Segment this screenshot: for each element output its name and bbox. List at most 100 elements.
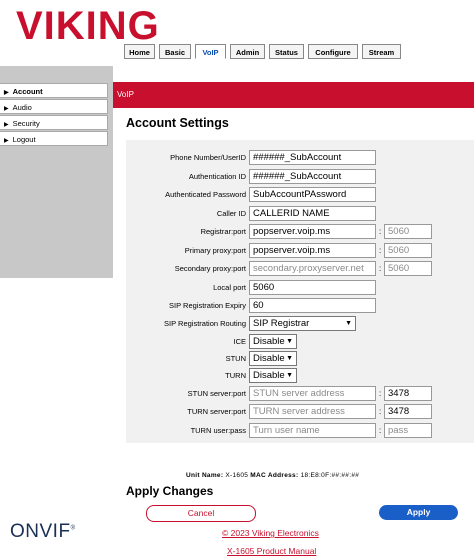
port-separator: : xyxy=(379,227,382,236)
sip-routing-select[interactable]: SIP Registrar ▼ xyxy=(249,316,356,331)
form-row-secondary-proxy: Secondary proxy:port secondary.proxyserv… xyxy=(126,260,474,278)
mac-address-value: 18:E8:0F:##:##:## xyxy=(300,472,360,479)
primary-proxy-port-input[interactable]: 5060 xyxy=(384,243,432,258)
sidebar-item-label: Security xyxy=(12,119,40,128)
sidebar-item-account[interactable]: ▶ Account xyxy=(0,83,108,98)
onvif-text: ONVIF xyxy=(10,521,71,542)
registered-mark: ® xyxy=(70,525,76,532)
triangle-right-icon: ▶ xyxy=(4,106,9,112)
stun-port-input[interactable]: 3478 xyxy=(384,386,432,401)
form-row-auth-id: Authentication ID ######_SubAccount xyxy=(126,168,474,186)
form-row-auth-password: Authenticated Password SubAccountPAsswor… xyxy=(126,186,474,204)
sidebar-item-label: Audio xyxy=(12,103,32,112)
port-separator: : xyxy=(379,426,382,435)
ice-select[interactable]: Disable ▼ xyxy=(249,334,297,349)
select-value: Disable xyxy=(253,353,285,364)
field-label: Registrar:port xyxy=(200,227,246,236)
form-row-turn-user: TURN user:pass Turn user name : pass xyxy=(126,422,474,440)
local-port-input[interactable]: 5060 xyxy=(249,280,376,295)
sidebar-item-audio[interactable]: ▶ Audio xyxy=(0,99,108,114)
secondary-proxy-input[interactable]: secondary.proxyserver.net xyxy=(249,261,376,276)
chevron-down-icon: ▼ xyxy=(345,320,352,327)
turn-user-input[interactable]: Turn user name xyxy=(249,423,376,438)
apply-button[interactable]: Apply xyxy=(379,505,458,520)
tab-voip[interactable]: VoIP xyxy=(195,44,226,59)
field-label: SIP Registration Expiry xyxy=(169,301,246,310)
form-row-sip-expiry: SIP Registration Expiry 60 xyxy=(126,297,474,315)
sidebar: ▶ Account ▶ Audio ▶ Security ▶ Logout xyxy=(0,66,113,278)
sidebar-item-label: Account xyxy=(12,87,43,96)
field-label: TURN user:pass xyxy=(190,426,246,435)
field-label: Authenticated Password xyxy=(165,190,246,199)
form-row-turn: TURN Disable ▼ xyxy=(126,367,474,385)
section-header-bar: VoIP xyxy=(113,82,474,108)
port-separator: : xyxy=(379,264,382,273)
field-label: SIP Registration Routing xyxy=(164,319,246,328)
select-value: SIP Registrar xyxy=(253,318,310,329)
field-label: ICE xyxy=(233,337,246,346)
tab-configure[interactable]: Configure xyxy=(308,44,358,59)
phone-number-input[interactable]: ######_SubAccount xyxy=(249,150,376,165)
unit-name-value: X-1605 xyxy=(225,472,249,479)
field-label: Phone Number/UserID xyxy=(170,153,246,162)
primary-proxy-input[interactable]: popserver.voip.ms xyxy=(249,243,376,258)
field-label: Local port xyxy=(213,283,246,292)
tab-home[interactable]: Home xyxy=(124,44,155,59)
tab-basic[interactable]: Basic xyxy=(159,44,191,59)
form-row-stun: STUN Disable ▼ xyxy=(126,350,474,368)
field-label: Secondary proxy:port xyxy=(174,264,246,273)
form-row-sip-routing: SIP Registration Routing SIP Registrar ▼ xyxy=(126,315,474,333)
sip-expiry-input[interactable]: 60 xyxy=(249,298,376,313)
form-row-primary-proxy: Primary proxy:port popserver.voip.ms : 5… xyxy=(126,242,474,260)
chevron-down-icon: ▼ xyxy=(286,355,293,362)
form-row-local-port: Local port 5060 xyxy=(126,279,474,297)
form-row-stun-server: STUN server:port STUN server address : 3… xyxy=(126,385,474,403)
page-title: Account Settings xyxy=(126,116,229,130)
auth-password-input[interactable]: SubAccountPAssword xyxy=(249,187,376,202)
select-value: Disable xyxy=(253,336,285,347)
tab-admin[interactable]: Admin xyxy=(230,44,265,59)
onvif-logo: ONVIF® xyxy=(10,521,75,543)
field-label: STUN server:port xyxy=(187,389,246,398)
sidebar-item-label: Logout xyxy=(12,135,36,144)
caller-id-input[interactable]: CALLERID NAME xyxy=(249,206,376,221)
turn-select[interactable]: Disable ▼ xyxy=(249,368,297,383)
registrar-port-input[interactable]: 5060 xyxy=(384,224,432,239)
registrar-input[interactable]: popserver.voip.ms xyxy=(249,224,376,239)
turn-server-input[interactable]: TURN server address xyxy=(249,404,376,419)
copyright-link[interactable]: © 2023 Viking Electronics xyxy=(222,528,319,538)
mac-address-label: MAC Address: xyxy=(250,472,299,479)
sidebar-item-logout[interactable]: ▶ Logout xyxy=(0,131,108,146)
sidebar-item-security[interactable]: ▶ Security xyxy=(0,115,108,130)
field-label: TURN xyxy=(225,371,246,380)
unit-info: Unit Name: X-1605 MAC Address: 18:E8:0F:… xyxy=(186,472,359,479)
unit-name-label: Unit Name: xyxy=(186,472,224,479)
triangle-right-icon: ▶ xyxy=(4,138,9,144)
port-separator: : xyxy=(379,246,382,255)
account-settings-form: Phone Number/UserID ######_SubAccount Au… xyxy=(126,140,474,443)
chevron-down-icon: ▼ xyxy=(286,372,293,379)
cancel-button[interactable]: Cancel xyxy=(146,505,256,522)
product-manual-link[interactable]: X-1605 Product Manual xyxy=(227,546,316,556)
port-separator: : xyxy=(379,407,382,416)
port-separator: : xyxy=(379,389,382,398)
stun-select[interactable]: Disable ▼ xyxy=(249,351,297,366)
tab-status[interactable]: Status xyxy=(269,44,304,59)
field-label: Authentication ID xyxy=(188,172,246,181)
tab-stream[interactable]: Stream xyxy=(362,44,401,59)
form-row-turn-server: TURN server:port TURN server address : 3… xyxy=(126,403,474,421)
form-row-ice: ICE Disable ▼ xyxy=(126,333,474,351)
turn-port-input[interactable]: 3478 xyxy=(384,404,432,419)
stun-server-input[interactable]: STUN server address xyxy=(249,386,376,401)
form-row-caller-id: Caller ID CALLERID NAME xyxy=(126,205,474,223)
form-row-registrar: Registrar:port popserver.voip.ms : 5060 xyxy=(126,223,474,241)
secondary-proxy-port-input[interactable]: 5060 xyxy=(384,261,432,276)
field-label: STUN xyxy=(225,354,246,363)
triangle-right-icon: ▶ xyxy=(4,122,9,128)
turn-pass-input[interactable]: pass xyxy=(384,423,432,438)
top-nav-tabs: Home Basic VoIP Admin Status Configure S… xyxy=(124,44,401,59)
apply-changes-heading: Apply Changes xyxy=(126,484,214,498)
auth-id-input[interactable]: ######_SubAccount xyxy=(249,169,376,184)
field-label: TURN server:port xyxy=(187,407,246,416)
select-value: Disable xyxy=(253,370,285,381)
